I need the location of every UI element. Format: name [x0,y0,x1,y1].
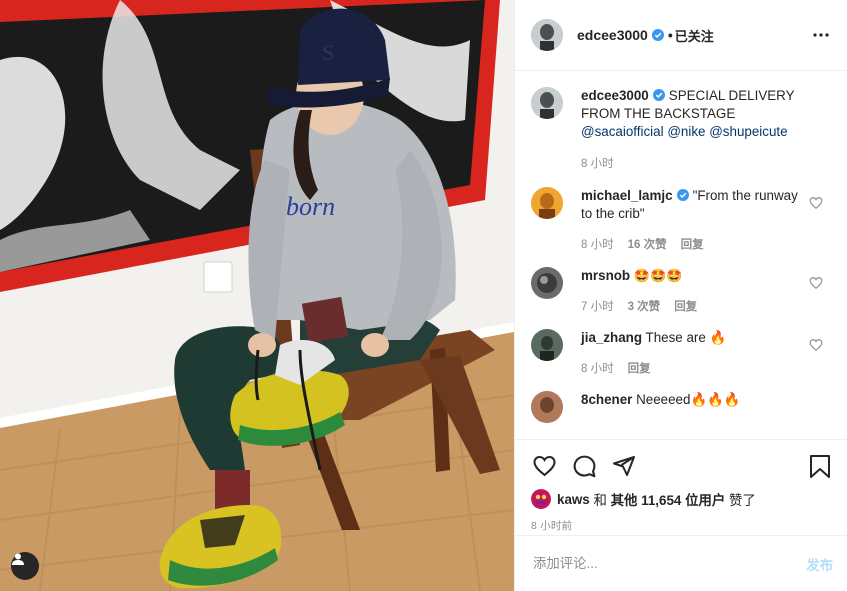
liker-avatar[interactable] [531,489,551,509]
comment-time[interactable]: 7 小时 [581,298,614,316]
header-separator: • [667,27,673,43]
comment-like-icon[interactable] [809,338,823,352]
header-user: edcee3000 • 已关注 [577,26,714,45]
comment-body: jia_zhang These are 🔥 8 小时 回复 [581,329,799,378]
heart-icon[interactable] [531,453,557,479]
verified-badge-icon [652,89,665,101]
comment-icon[interactable] [571,453,597,479]
comment-username[interactable]: jia_zhang [581,330,642,345]
action-icons [531,452,833,480]
comment-like-icon[interactable] [809,276,823,290]
comment-body: 8chener Neeeeed🔥🔥🔥 [581,391,799,423]
mention-link[interactable]: @sacaiofficial [581,124,664,139]
commenter-avatar[interactable] [531,267,563,299]
post-dialog: born S edcee3000 • 已关注 edcee3000 SPECIAL… [0,0,847,591]
comment-likes[interactable]: 16 次赞 [628,236,667,254]
comment-meta: 7 小时 3 次赞 回复 [581,298,799,316]
commenter-avatar[interactable] [531,187,563,219]
comment-username[interactable]: mrsnob [581,268,630,283]
likes-count[interactable]: 其他 11,654 位用户 [611,489,726,509]
post-timestamp[interactable]: 8 小时前 [531,518,833,533]
commenter-avatar[interactable] [531,391,563,423]
post-header: edcee3000 • 已关注 [515,0,847,71]
add-comment-bar: 发布 [515,535,847,591]
comment-item: michael_lamjc "From the runway to the cri… [531,187,847,254]
caption-time[interactable]: 8 小时 [581,155,614,173]
commenter-avatar[interactable] [531,329,563,361]
comment-body: michael_lamjc "From the runway to the cri… [581,187,799,254]
likes-summary: kaws 和 其他 11,654 位用户 赞了 [531,489,833,509]
caption-body: edcee3000 SPECIAL DELIVERY FROM THE BACKS… [581,87,799,173]
comment-item: mrsnob 🤩🤩🤩 7 小时 3 次赞 回复 [531,267,847,316]
post-photo[interactable]: born S [0,0,514,591]
bookmark-icon[interactable] [807,453,833,479]
comment-likes[interactable]: 3 次赞 [628,298,661,316]
comment-meta: 8 小时 16 次赞 回复 [581,236,799,254]
likes-connector: 和 [593,493,607,508]
svg-text:S: S [322,40,334,65]
share-icon[interactable] [611,453,637,479]
post-sidebar: edcee3000 • 已关注 edcee3000 SPECIAL DELIVE… [514,0,847,591]
follow-button[interactable]: 已关注 [675,26,714,45]
author-username[interactable]: edcee3000 [577,27,648,43]
user-tag-icon[interactable] [11,552,39,580]
more-options-icon[interactable] [809,23,833,47]
likes-suffix: 赞了 [728,493,756,508]
comment-username[interactable]: michael_lamjc [581,188,673,203]
reply-button[interactable]: 回复 [674,298,697,316]
comment-time[interactable]: 8 小时 [581,236,614,254]
author-avatar[interactable] [531,87,563,119]
comment-text: 🤩🤩🤩 [633,268,683,283]
photo-illustration: born S [0,0,514,591]
comment-text: These are 🔥 [645,330,727,345]
comment-meta: 8 小时 回复 [581,360,799,378]
first-liker[interactable]: kaws [557,492,590,507]
comment-item: jia_zhang These are 🔥 8 小时 回复 [531,329,847,378]
author-avatar[interactable] [531,19,563,51]
comment-item: 8chener Neeeeed🔥🔥🔥 [531,391,847,423]
comment-like-icon[interactable] [809,196,823,210]
reply-button[interactable]: 回复 [628,360,651,378]
comment-input[interactable] [531,555,807,572]
mention-link[interactable]: @shupeicute [709,124,787,139]
comments-list[interactable]: edcee3000 SPECIAL DELIVERY FROM THE BACKS… [515,71,847,439]
mention-link[interactable]: @nike [667,124,705,139]
reply-button[interactable]: 回复 [681,236,704,254]
verified-badge-icon [651,29,664,41]
comment-text: Neeeeed🔥🔥🔥 [636,392,741,407]
caption-username[interactable]: edcee3000 [581,88,649,103]
caption-meta: 8 小时 [581,155,799,173]
caption: edcee3000 SPECIAL DELIVERY FROM THE BACKS… [531,87,847,173]
post-actions: kaws 和 其他 11,654 位用户 赞了 8 小时前 发布 [515,439,847,591]
comment-username[interactable]: 8chener [581,392,632,407]
post-comment-button[interactable]: 发布 [806,554,833,574]
verified-badge-icon [676,189,689,201]
comment-time[interactable]: 8 小时 [581,360,614,378]
comment-body: mrsnob 🤩🤩🤩 7 小时 3 次赞 回复 [581,267,799,316]
